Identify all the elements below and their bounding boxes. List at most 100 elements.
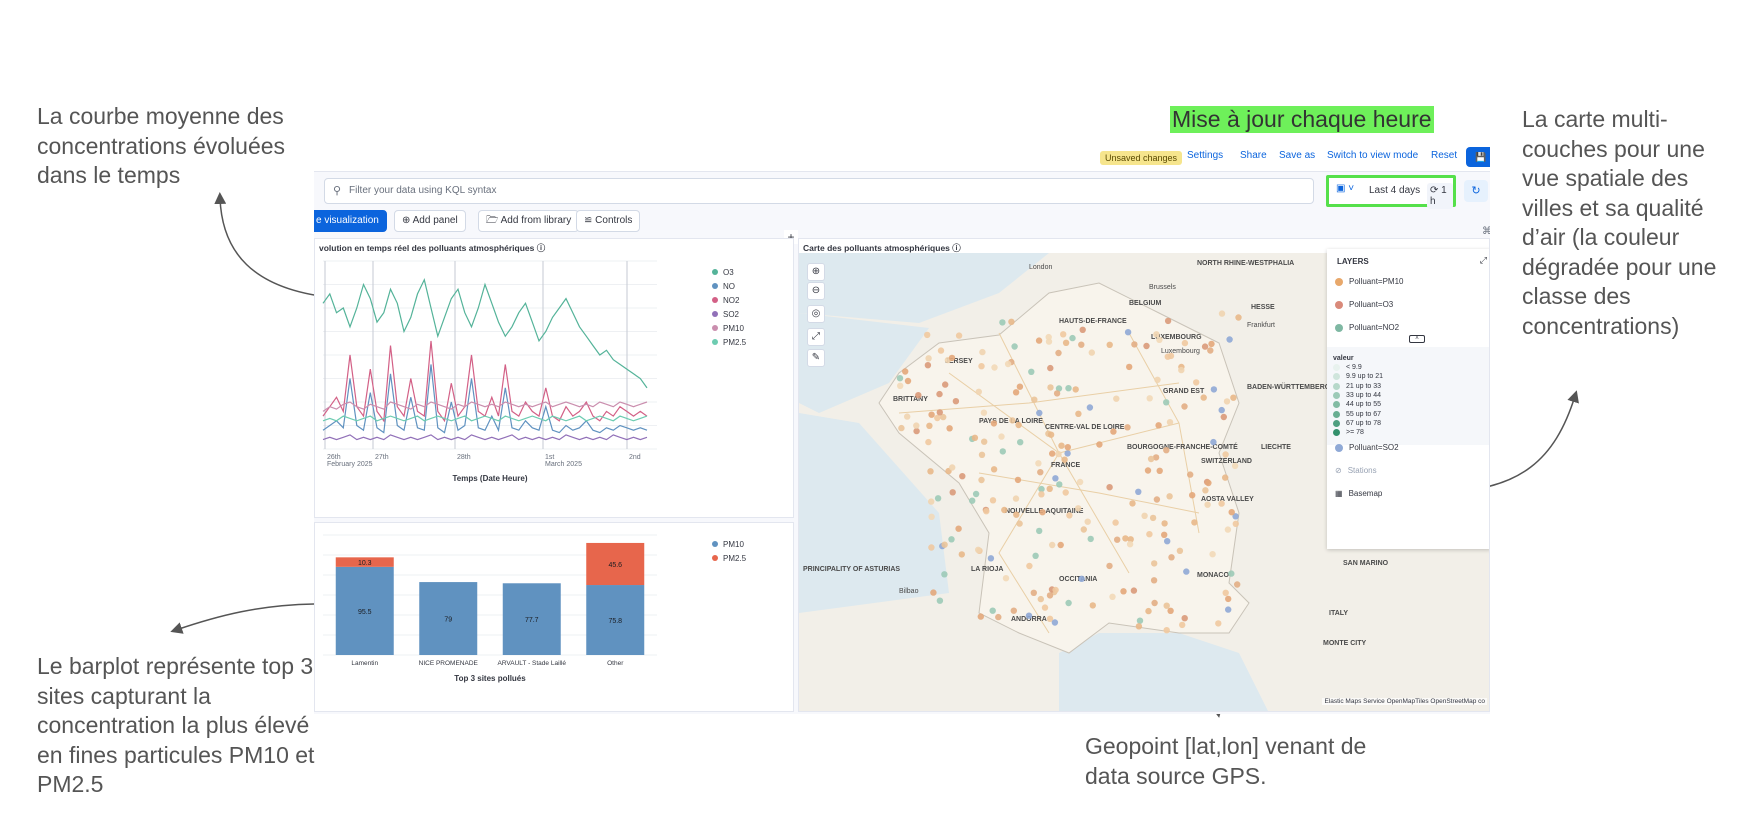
legend-label: PM10 <box>723 539 744 549</box>
controls-button[interactable]: ≌ Controls <box>576 210 641 232</box>
settings-button[interactable]: Settings <box>1187 150 1223 161</box>
refresh-icon[interactable]: ↻ <box>1464 180 1488 202</box>
grid-icon: ▦ <box>1335 489 1343 498</box>
collapse-legend-icon[interactable]: ˄ <box>1409 335 1425 343</box>
layer-so2[interactable]: Polluant=SO2 <box>1335 443 1399 452</box>
station-point <box>1205 479 1212 487</box>
station-point <box>989 607 996 614</box>
station-point <box>1041 604 1049 611</box>
x-tick-label-sub: March 2025 <box>545 461 582 468</box>
station-point <box>1016 520 1023 527</box>
station-point <box>1069 334 1076 342</box>
series-line-O3 <box>322 278 648 389</box>
station-point <box>1072 386 1079 393</box>
legend-swatch <box>712 325 718 331</box>
query-bar: ⚲ Filter your data using KQL syntax ▣ ˅ … <box>314 175 1490 209</box>
legend-item-O3[interactable]: O3 <box>712 265 746 279</box>
station-point <box>1200 394 1207 401</box>
legend-item-SO2[interactable]: SO2 <box>712 307 746 321</box>
station-point <box>1149 514 1157 522</box>
layer-so2-swatch <box>1335 443 1343 452</box>
time-picker[interactable]: ▣ ˅ Last 4 days ⟳ 1 h <box>1326 175 1456 209</box>
legend-item-PM10[interactable]: PM10 <box>712 321 746 335</box>
legend-label: O3 <box>723 267 734 277</box>
station-point <box>987 555 995 562</box>
station-point <box>1131 341 1138 348</box>
category-label: NICE PROMENADE <box>419 660 479 667</box>
zoom-in-icon[interactable]: ⊕ <box>807 263 825 281</box>
legend-swatch <box>712 311 718 317</box>
station-point <box>1064 444 1071 451</box>
layer-stations[interactable]: ⊘ Stations <box>1335 466 1377 475</box>
layer-pm10[interactable]: Polluant=PM10 <box>1335 277 1403 286</box>
calendar-icon[interactable]: ▣ ˅ <box>1336 183 1354 194</box>
station-point <box>1161 520 1168 527</box>
station-point <box>1004 360 1012 368</box>
station-point <box>930 589 937 596</box>
valeur-swatch <box>1333 373 1340 381</box>
station-point <box>949 489 956 496</box>
refresh-interval[interactable]: ⟳ 1 h <box>1427 183 1453 209</box>
station-point <box>1181 339 1189 347</box>
switch-view-mode-button[interactable]: Switch to view mode <box>1327 150 1418 161</box>
bar-value-label: 77.7 <box>525 617 539 624</box>
reset-button[interactable]: Reset <box>1431 150 1457 161</box>
zoom-out-icon[interactable]: ⊖ <box>807 282 825 300</box>
station-point <box>942 381 949 388</box>
station-point <box>977 613 984 620</box>
map-place-label: HESSE <box>1251 304 1275 311</box>
paperclip-icon[interactable]: ⌘ <box>1482 226 1490 237</box>
station-point <box>1109 593 1116 600</box>
station-point <box>896 375 904 382</box>
station-point <box>1223 398 1231 405</box>
map-place-label: SWITZERLAND <box>1201 458 1252 465</box>
bar-value-label: 75.8 <box>608 618 622 625</box>
station-point <box>1031 396 1038 403</box>
station-point <box>1228 509 1235 516</box>
add-from-library-button[interactable]: 🗁 Add from library <box>478 210 580 232</box>
layer-basemap[interactable]: ▦ Basemap <box>1335 489 1382 498</box>
legend-item-PM2.5[interactable]: PM2.5 <box>712 335 746 349</box>
legend-item-NO[interactable]: NO <box>712 279 746 293</box>
station-point <box>1065 599 1072 607</box>
legend-label: PM2.5 <box>723 553 747 563</box>
station-point <box>1183 568 1190 575</box>
kql-search-input[interactable]: ⚲ Filter your data using KQL syntax <box>324 178 1314 204</box>
station-point <box>1055 450 1062 458</box>
station-point <box>1084 518 1091 525</box>
fullscreen-icon[interactable]: ⤢ <box>807 328 825 346</box>
locate-icon[interactable]: ◎ <box>807 305 825 323</box>
station-point <box>1086 404 1094 411</box>
legend-item-PM10[interactable]: PM10 <box>712 537 746 551</box>
collapse-layers-icon[interactable]: ⤢ <box>1480 255 1487 266</box>
station-point <box>1222 451 1229 458</box>
station-point <box>902 368 909 375</box>
station-point <box>1078 575 1085 582</box>
add-panel-button[interactable]: ⊕ Add panel <box>394 210 466 232</box>
station-point <box>1051 619 1059 626</box>
share-button[interactable]: Share <box>1240 150 1267 161</box>
map-place-label: Bilbao <box>899 588 919 595</box>
save-as-button[interactable]: Save as <box>1279 150 1315 161</box>
valeur-label: < 9.9 <box>1346 364 1362 371</box>
station-point <box>1013 511 1020 518</box>
legend-item-PM2.5[interactable]: PM2.5 <box>712 551 746 565</box>
draw-tool-icon[interactable]: ✎ <box>807 349 825 367</box>
controls-label: Controls <box>595 215 633 226</box>
valeur-swatch <box>1333 382 1340 390</box>
save-icon[interactable]: 💾 <box>1466 147 1490 167</box>
create-visualization-button[interactable]: e visualization <box>314 210 387 232</box>
time-range-label[interactable]: Last 4 days <box>1369 185 1420 196</box>
station-point <box>1011 343 1018 350</box>
station-point <box>1078 341 1085 348</box>
eye-closed-icon: ⊘ <box>1335 466 1342 475</box>
station-point <box>1208 340 1215 348</box>
legend-item-NO2[interactable]: NO2 <box>712 293 746 307</box>
station-point <box>941 541 948 548</box>
station-point <box>1046 592 1054 599</box>
layer-o3[interactable]: Polluant=O3 <box>1335 300 1393 309</box>
layer-no2[interactable]: Polluant=NO2 <box>1335 323 1399 332</box>
x-tick-label: 2nd <box>629 454 641 461</box>
station-point <box>1207 347 1214 354</box>
station-point <box>948 354 956 362</box>
